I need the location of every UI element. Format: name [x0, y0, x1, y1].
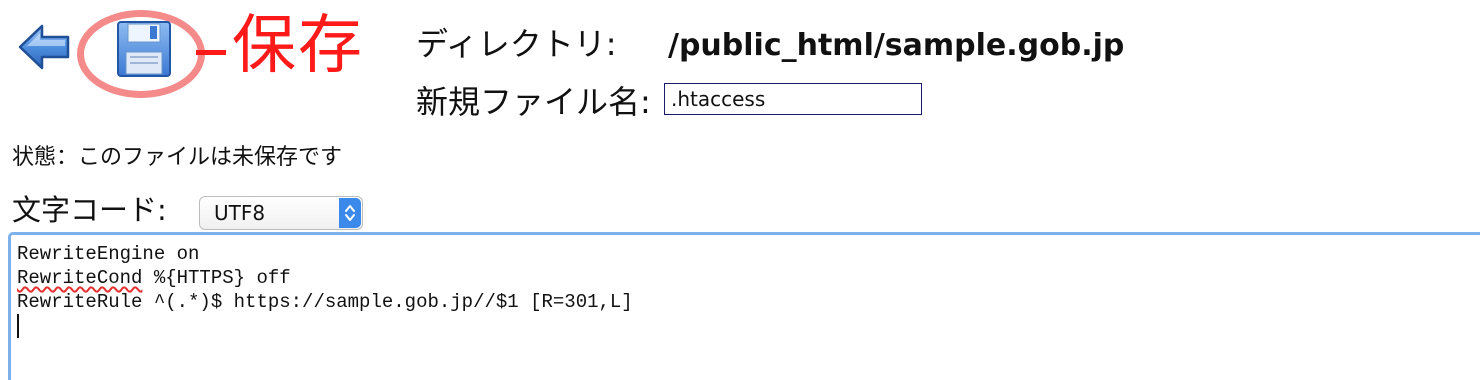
code-line: [17, 314, 1480, 338]
code-line: RewriteRule ^(.*)$ https://sample.gob.jp…: [17, 291, 633, 313]
annotation-dash: [196, 50, 226, 55]
directory-path: /public_html/sample.gob.jp: [668, 28, 1125, 63]
new-file-name-label: 新規ファイル名:: [416, 83, 651, 121]
new-file-name-input[interactable]: .htaccess: [664, 83, 922, 115]
back-button[interactable]: [16, 22, 72, 72]
directory-label: ディレクトリ:: [416, 25, 617, 63]
file-editor-page: 保存 ディレクトリ: /public_html/sample.gob.jp 新規…: [0, 0, 1480, 380]
back-arrow-icon: [18, 24, 70, 70]
encoding-label: 文字コード:: [12, 193, 167, 227]
encoding-select[interactable]: UTF8: [199, 196, 363, 230]
code-line: RewriteEngine on: [17, 243, 200, 265]
misspelled-word: RewriteCond: [17, 267, 143, 289]
encoding-selected-value: UTF8: [214, 201, 266, 225]
annotation-save-label: 保存: [232, 9, 364, 83]
save-status-text: 状態：このファイルは未保存です: [12, 145, 343, 170]
save-button[interactable]: [112, 18, 176, 80]
file-content-textarea[interactable]: RewriteEngine on RewriteCond %{HTTPS} of…: [8, 232, 1480, 380]
floppy-disk-icon: [117, 21, 171, 77]
text-caret: [17, 314, 19, 338]
select-stepper-icon: [339, 198, 361, 228]
code-line: RewriteCond %{HTTPS} off: [17, 267, 291, 289]
